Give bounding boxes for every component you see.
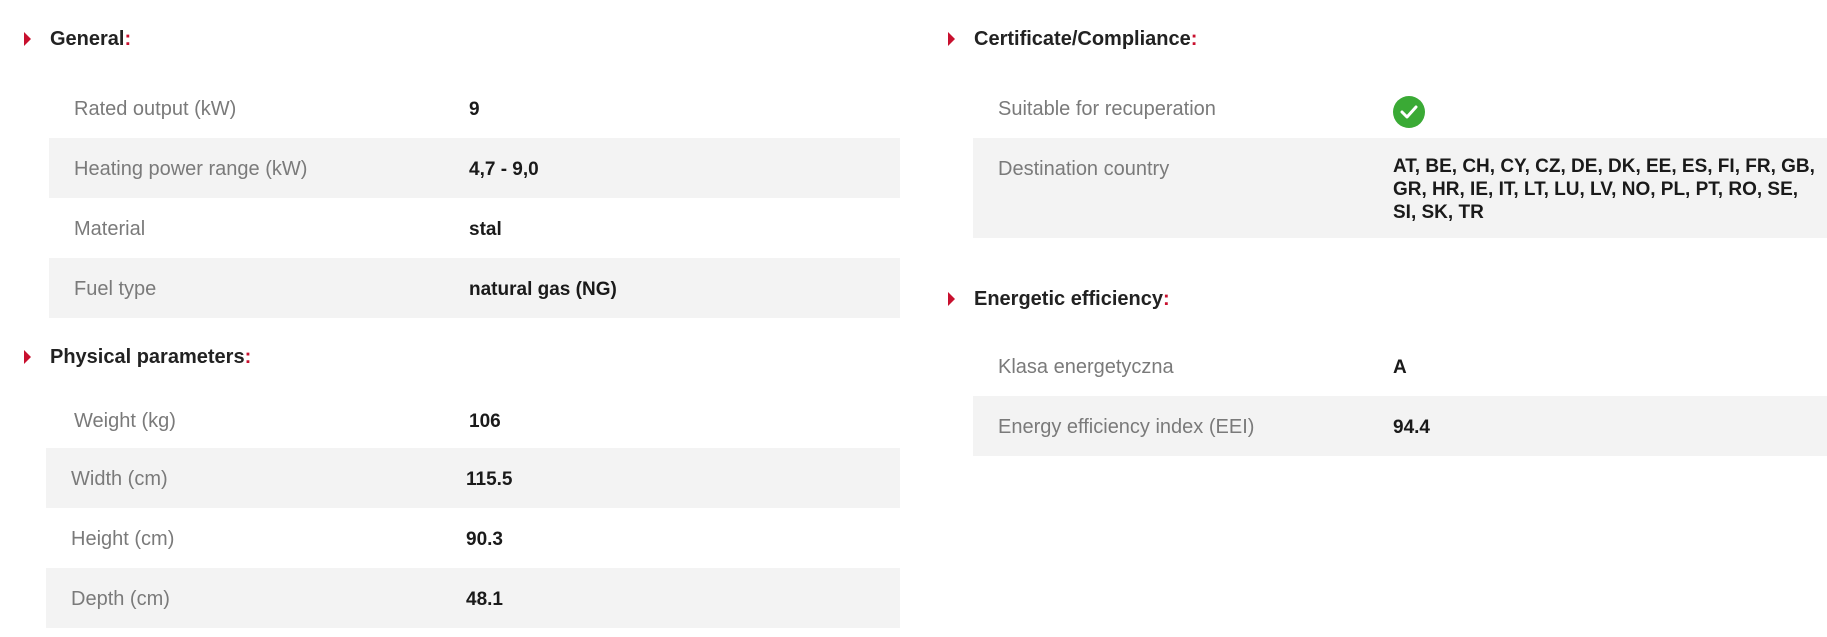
section-header-general[interactable]: General: <box>24 0 900 78</box>
spec-value: 90.3 <box>466 529 503 550</box>
section-general: General: Rated output (kW) 9 Heating pow… <box>24 0 900 318</box>
spec-label: Suitable for recuperation <box>998 98 1216 120</box>
spec-row: Heating power range (kW) 4,7 - 9,0 <box>49 138 900 198</box>
section-energetic-efficiency: Energetic efficiency: Klasa energetyczna… <box>948 260 1827 456</box>
spec-table-general: Rated output (kW) 9 Heating power range … <box>49 78 900 318</box>
spec-label: Heating power range (kW) <box>74 158 308 180</box>
spec-label: Weight (kg) <box>74 410 176 432</box>
section-title: General: <box>50 28 132 50</box>
section-title: Physical parameters: <box>50 346 252 368</box>
right-column: Certificate/Compliance: Suitable for rec… <box>948 0 1827 456</box>
spec-label: Destination country <box>998 158 1170 180</box>
spec-row: Energy efficiency index (EEI) 94.4 <box>973 396 1827 456</box>
spec-row: Fuel type natural gas (NG) <box>49 258 900 318</box>
checkmark-glyph <box>1400 105 1418 119</box>
section-header-certificate[interactable]: Certificate/Compliance: <box>948 0 1827 78</box>
spec-row: Klasa energetyczna A <box>973 336 1827 396</box>
spec-value <box>1393 78 1827 134</box>
section-title: Certificate/Compliance: <box>974 28 1198 50</box>
spec-value: stal <box>469 219 502 240</box>
spec-row: Height (cm) 90.3 <box>46 508 900 568</box>
spec-value: 4,7 - 9,0 <box>469 159 539 180</box>
spec-table-energetic: Klasa energetyczna A Energy efficiency i… <box>973 336 1827 456</box>
section-physical-parameters: Physical parameters: Weight (kg) 106 Wid… <box>24 318 900 628</box>
spec-row: Depth (cm) 48.1 <box>46 568 900 628</box>
spec-label: Rated output (kW) <box>74 98 237 120</box>
section-certificate-compliance: Certificate/Compliance: Suitable for rec… <box>948 0 1827 238</box>
section-title: Energetic efficiency: <box>974 288 1170 310</box>
spec-value: 115.5 <box>466 469 513 490</box>
spec-table-physical: Weight (kg) 106 Width (cm) 115.5 Height … <box>46 396 900 628</box>
spec-value: 48.1 <box>466 589 503 610</box>
caret-right-icon <box>24 350 31 364</box>
spec-value: natural gas (NG) <box>469 279 617 300</box>
caret-right-icon <box>24 32 31 46</box>
spec-label: Height (cm) <box>71 528 175 550</box>
spec-row: Material stal <box>49 198 900 258</box>
spec-row: Rated output (kW) 9 <box>49 78 900 138</box>
spec-table-certificate: Suitable for recuperation Destination co… <box>973 78 1827 238</box>
spec-value: A <box>1393 357 1407 378</box>
spec-row: Weight (kg) 106 <box>46 396 900 448</box>
spec-value: 9 <box>469 99 480 120</box>
spec-label: Depth (cm) <box>71 588 170 610</box>
spec-value: AT, BE, CH, CY, CZ, DE, DK, EE, ES, FI, … <box>1393 156 1815 223</box>
spec-row: Destination country AT, BE, CH, CY, CZ, … <box>973 138 1827 238</box>
spec-label: Klasa energetyczna <box>998 356 1174 378</box>
section-header-physical[interactable]: Physical parameters: <box>24 318 900 396</box>
spec-value: 94.4 <box>1393 417 1430 438</box>
check-circle-icon <box>1393 96 1425 128</box>
spec-label: Width (cm) <box>71 468 168 490</box>
left-column: General: Rated output (kW) 9 Heating pow… <box>24 0 900 628</box>
section-header-energetic[interactable]: Energetic efficiency: <box>948 260 1827 336</box>
spec-value: 106 <box>469 411 501 432</box>
caret-right-icon <box>948 32 955 46</box>
spec-label: Material <box>74 218 146 240</box>
caret-right-icon <box>948 292 955 306</box>
spec-label: Energy efficiency index (EEI) <box>998 416 1255 438</box>
spec-label: Fuel type <box>74 278 157 300</box>
spec-row: Suitable for recuperation <box>973 78 1827 138</box>
spec-row: Width (cm) 115.5 <box>46 448 900 508</box>
